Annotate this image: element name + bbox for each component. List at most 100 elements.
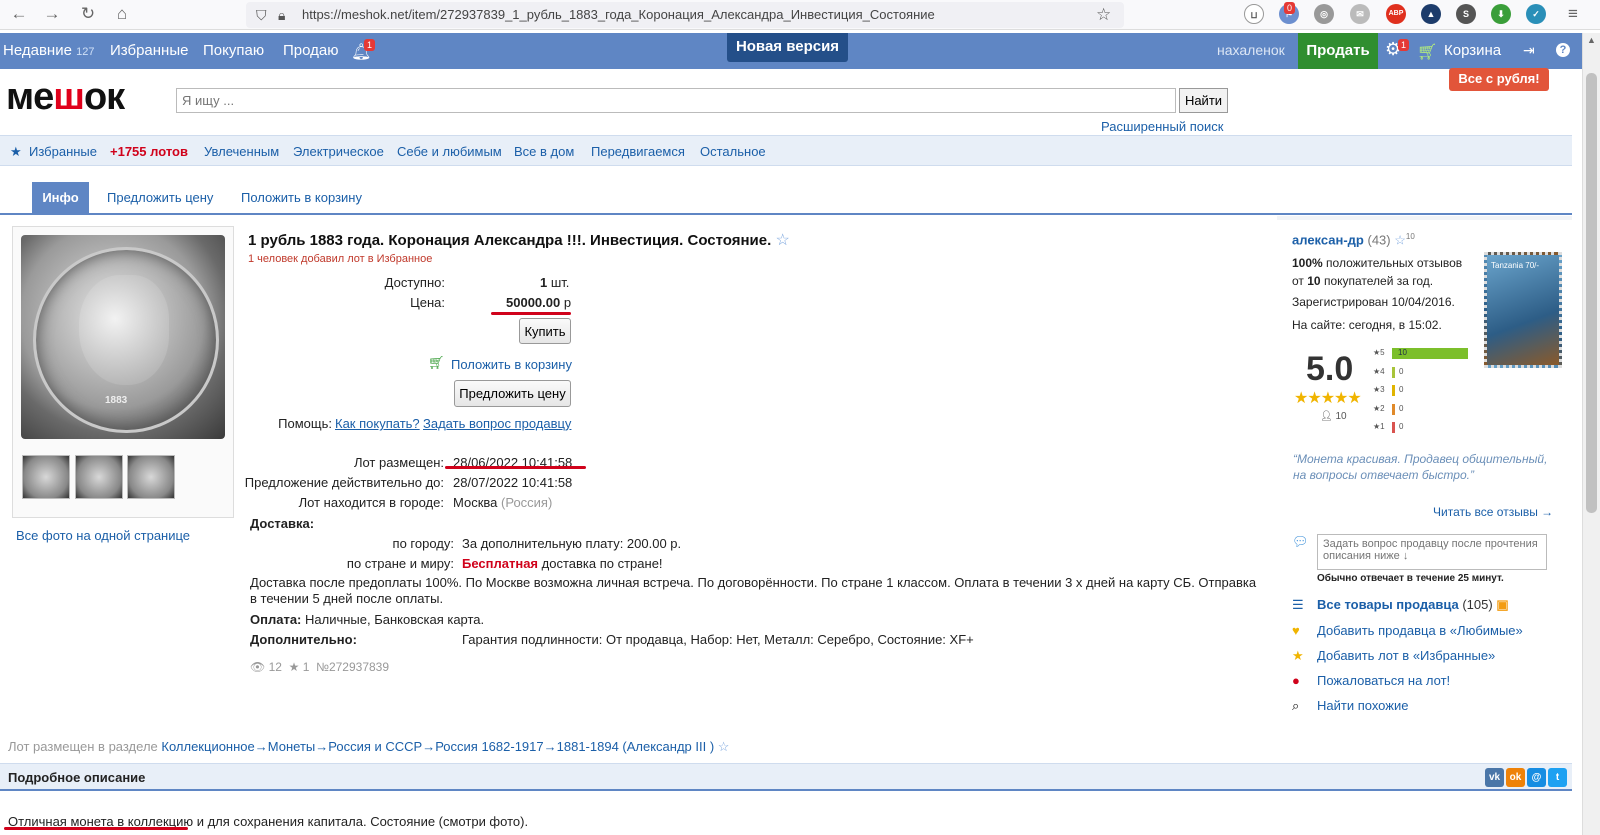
list-icon: ☰ bbox=[1292, 597, 1304, 612]
nav-favorites[interactable]: Избранные bbox=[110, 42, 188, 59]
add-seller-favorites-link[interactable]: Добавить продавца в «Любимые» bbox=[1317, 623, 1523, 638]
back-icon[interactable]: ← bbox=[8, 4, 30, 24]
offer-price-button[interactable]: Предложить цену bbox=[454, 380, 571, 407]
category-item[interactable]: Электрическое bbox=[293, 144, 384, 159]
globe-icon[interactable]: ◎ bbox=[1314, 4, 1334, 24]
placed-underline bbox=[445, 466, 586, 469]
sell-button[interactable]: Продать bbox=[1298, 33, 1378, 69]
shield-extension-icon[interactable]: ✓ bbox=[1526, 4, 1546, 24]
find-button[interactable]: Найти bbox=[1179, 88, 1228, 113]
advanced-search-link[interactable]: Расширенный поиск bbox=[1101, 119, 1223, 134]
category-item[interactable]: Остальное bbox=[700, 144, 766, 159]
promo-badge[interactable]: Все с рубля! bbox=[1449, 68, 1549, 91]
lot-tabs: Инфо Предложить цену Положить в корзину bbox=[0, 182, 1572, 215]
ok-share-icon[interactable]: ok bbox=[1506, 768, 1525, 787]
breadcrumb-item[interactable]: 1881-1894 (Александр III ) bbox=[557, 739, 715, 754]
forward-icon[interactable]: → bbox=[41, 4, 63, 24]
new-lots-link[interactable]: +1755 лотов bbox=[110, 144, 188, 159]
seller-star-count: 10 bbox=[1405, 232, 1415, 241]
ask-seller-link[interactable]: Задать вопрос продавцу bbox=[423, 416, 571, 431]
stars-count: 1 bbox=[302, 660, 310, 674]
scrollbar[interactable]: ▲ bbox=[1582, 33, 1600, 835]
twitter-share-icon[interactable]: t bbox=[1548, 768, 1567, 787]
breadcrumb-item[interactable]: Монеты→ bbox=[268, 739, 328, 754]
find-similar-link[interactable]: Найти похожие bbox=[1317, 698, 1408, 713]
address-bar[interactable]: ⛉ 🔒︎ https://meshok.net/item/272937839_1… bbox=[246, 2, 1124, 28]
photo-thumbnail[interactable] bbox=[127, 455, 175, 499]
home-icon[interactable]: ⌂ bbox=[111, 4, 133, 24]
url-text: https://meshok.net/item/272937839_1_рубл… bbox=[302, 7, 935, 22]
ask-seller-textarea[interactable] bbox=[1317, 534, 1547, 570]
scroll-up-icon[interactable]: ▲ bbox=[1587, 35, 1596, 45]
rating-count: 10 bbox=[1398, 348, 1407, 357]
reload-icon[interactable]: ↻ bbox=[77, 4, 99, 24]
tab-add-to-cart[interactable]: Положить в корзину bbox=[241, 182, 362, 213]
nav-recent[interactable]: Недавние 127 bbox=[3, 42, 94, 59]
breadcrumb-item[interactable]: Россия и СССР→ bbox=[328, 739, 435, 754]
tab-info[interactable]: Инфо bbox=[32, 182, 89, 213]
breadcrumb-item[interactable]: Россия 1682-1917→ bbox=[435, 739, 556, 754]
lot-stats: 👁︎ 12 ★ 1 №272937839 bbox=[250, 660, 389, 674]
top-navigation: Недавние 127 Избранные Покупаю Продаю 🔔︎… bbox=[0, 33, 1582, 69]
complain-link[interactable]: Пожаловаться на лот! bbox=[1317, 673, 1450, 688]
how-to-buy-link[interactable]: Как покупать? bbox=[335, 416, 420, 431]
search-input[interactable] bbox=[176, 88, 1176, 113]
scrollbar-thumb[interactable] bbox=[1586, 73, 1597, 513]
photo-thumbnail[interactable] bbox=[75, 455, 123, 499]
country-delivery-label: по стране и миру: bbox=[346, 556, 454, 571]
stamp-text: Tanzania 70/- bbox=[1491, 261, 1540, 270]
breadcrumb-star-icon[interactable]: ☆ bbox=[718, 739, 730, 754]
bookmark-star-icon[interactable]: ☆ bbox=[1096, 2, 1111, 28]
help-icon[interactable]: ? bbox=[1556, 43, 1570, 57]
category-item[interactable]: Увлеченным bbox=[204, 144, 279, 159]
nav-selling[interactable]: Продаю bbox=[283, 42, 338, 59]
lock-icon: 🔒︎ bbox=[278, 7, 286, 23]
category-favorites[interactable]: Избранные bbox=[29, 144, 97, 159]
rating-count: 0 bbox=[1399, 385, 1404, 394]
description-underline bbox=[4, 827, 188, 830]
buy-button[interactable]: Купить bbox=[519, 318, 571, 344]
logout-icon[interactable]: ⇥ bbox=[1523, 42, 1535, 59]
cart-icon[interactable]: 🛒︎ bbox=[1417, 42, 1437, 62]
add-lot-favorites-link[interactable]: Добавить лот в «Избранные» bbox=[1317, 648, 1495, 663]
seller-star-icon[interactable]: ☆ bbox=[1394, 232, 1406, 247]
extension-badge: 0 bbox=[1284, 2, 1296, 14]
favorite-star-icon[interactable]: ☆ bbox=[775, 232, 789, 249]
vk-share-icon[interactable]: vk bbox=[1485, 768, 1504, 787]
adblock-icon[interactable]: ABP bbox=[1386, 4, 1406, 24]
category-item[interactable]: Передвигаемся bbox=[591, 144, 685, 159]
add-to-cart-link[interactable]: Положить в корзину bbox=[451, 357, 572, 372]
vpn-icon[interactable]: ▲ bbox=[1421, 4, 1441, 24]
main-photo[interactable]: 1883 bbox=[21, 235, 225, 439]
menu-icon[interactable]: ≡ bbox=[1562, 4, 1584, 24]
delivery-label: Доставка: bbox=[250, 516, 315, 531]
seller-name[interactable]: алексан-др bbox=[1292, 232, 1364, 247]
mailru-share-icon[interactable]: @ bbox=[1527, 768, 1546, 787]
recent-count: 127 bbox=[76, 46, 95, 58]
breadcrumb-item[interactable]: Коллекционное→ bbox=[161, 739, 267, 754]
rating-count: 0 bbox=[1399, 366, 1404, 376]
new-version-button[interactable]: Новая версия bbox=[727, 33, 848, 62]
username[interactable]: нахаленок bbox=[1217, 42, 1285, 58]
site-logo[interactable]: мешок bbox=[6, 76, 125, 119]
category-item[interactable]: Все в дом bbox=[514, 144, 574, 159]
shield-icon[interactable]: ⛉ bbox=[256, 2, 267, 28]
cart-link[interactable]: Корзина bbox=[1444, 42, 1501, 59]
mail-icon[interactable]: ✉ bbox=[1350, 4, 1370, 24]
city-delivery-label: по городу: bbox=[392, 536, 454, 551]
search-icon: ⌕ bbox=[1292, 698, 1300, 713]
category-item[interactable]: Себе и любимым bbox=[397, 144, 502, 159]
photo-thumbnail[interactable] bbox=[22, 455, 70, 499]
nav-buying[interactable]: Покупаю bbox=[203, 42, 264, 59]
download-icon[interactable]: ⬇ bbox=[1491, 4, 1511, 24]
rating-row-stars: ★4 bbox=[1373, 366, 1385, 376]
browser-toolbar: ← → ↻ ⌂ ⛉ 🔒︎ https://meshok.net/item/272… bbox=[0, 0, 1600, 30]
all-photos-link[interactable]: Все фото на одной странице bbox=[16, 528, 190, 543]
tab-offer-price[interactable]: Предложить цену bbox=[107, 182, 213, 213]
pocket-icon[interactable]: ⊔ bbox=[1244, 4, 1264, 24]
coin-portrait bbox=[79, 275, 169, 385]
savefrom-icon[interactable]: S bbox=[1456, 4, 1476, 24]
all-items-link[interactable]: Все товары продавца (105) ▣ bbox=[1317, 597, 1509, 613]
read-all-reviews-link[interactable]: Читать все отзывы → bbox=[1433, 505, 1553, 519]
seller-avatar[interactable]: Tanzania 70/- bbox=[1484, 252, 1562, 368]
